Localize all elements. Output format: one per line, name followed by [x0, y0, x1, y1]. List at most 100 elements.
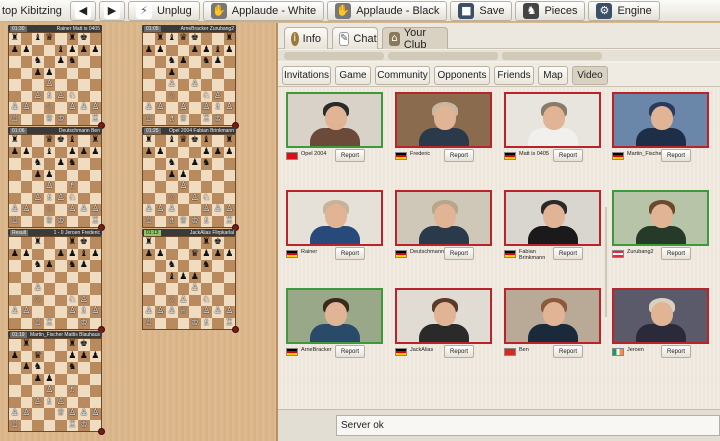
board-square[interactable] — [154, 79, 166, 91]
video-feed[interactable] — [395, 92, 492, 148]
applaud-black-button[interactable]: ✋ Applaude - Black — [327, 0, 448, 21]
report-button[interactable]: Report — [553, 149, 583, 162]
game-board[interactable]: 01:19 Martin_Fischer Mattis Blauhaus ♜ ♜ ♚ ♟ ♛… — [8, 331, 105, 435]
board-square[interactable] — [55, 237, 67, 249]
chess-piece[interactable]: ♙ — [89, 306, 101, 318]
game-board[interactable]: Result 1 - 0 Jeroen Frederic ♜ ♜ ♚ ♟ ♟ ♟ ♟ ♝ ♟ ♞ ♟ ♞ ♟… — [8, 229, 105, 333]
board-square[interactable] — [55, 317, 67, 329]
chess-piece[interactable]: ♙ — [43, 181, 55, 193]
chess-piece[interactable]: ♖ — [9, 215, 21, 227]
chess-piece[interactable]: ♗ — [78, 306, 90, 318]
chess-piece[interactable]: ♙ — [9, 408, 21, 420]
board-square[interactable] — [78, 113, 90, 125]
board-square[interactable] — [177, 283, 189, 295]
tab-game[interactable]: Game — [335, 66, 371, 85]
chess-grid[interactable]: ♜ ♝ ♛ ♜ ♚ ♟ ♟ ♝ ♟ ♟ ♟ ♞ ♟ ♞ ♟ ♟ ♙ ♙ ♗ ♙ ♘ ♙ ♙ ♘ ♙ ♙ ♙ ♖ ♕ ♔ ♖ — [8, 32, 102, 126]
board-square[interactable] — [177, 192, 189, 204]
chess-piece[interactable]: ♜ — [89, 135, 101, 147]
video-username[interactable]: JackAlias — [410, 347, 448, 353]
chess-piece[interactable]: ♙ — [212, 90, 224, 102]
board-square[interactable] — [177, 44, 189, 56]
board-square[interactable] — [78, 192, 90, 204]
chess-piece[interactable]: ♗ — [43, 192, 55, 204]
chess-piece[interactable]: ♙ — [177, 102, 189, 114]
board-square[interactable] — [32, 44, 44, 56]
board-square[interactable] — [223, 294, 235, 306]
board-square[interactable] — [223, 181, 235, 193]
board-square[interactable] — [89, 79, 101, 91]
board-square[interactable] — [55, 181, 67, 193]
chess-piece[interactable]: ♙ — [200, 204, 212, 216]
board-square[interactable] — [177, 260, 189, 272]
chess-piece[interactable]: ♖ — [143, 215, 155, 227]
chess-piece[interactable]: ♟ — [223, 44, 235, 56]
chess-piece[interactable]: ♟ — [143, 44, 155, 56]
tab-community[interactable]: Community — [375, 66, 430, 85]
board-square[interactable] — [55, 79, 67, 91]
board-square[interactable] — [20, 237, 32, 249]
board-square[interactable] — [154, 135, 166, 147]
chess-piece[interactable]: ♙ — [32, 396, 44, 408]
pieces-button[interactable]: ♞ Pieces — [515, 0, 586, 21]
board-square[interactable] — [223, 79, 235, 91]
board-square[interactable] — [9, 158, 21, 170]
chess-piece[interactable]: ♟ — [177, 271, 189, 283]
board-square[interactable] — [154, 113, 166, 125]
board-square[interactable] — [143, 169, 155, 181]
chess-piece[interactable]: ♙ — [78, 408, 90, 420]
board-square[interactable] — [9, 192, 21, 204]
chess-piece[interactable]: ♟ — [43, 373, 55, 385]
chess-piece[interactable]: ♟ — [66, 44, 78, 56]
chess-piece[interactable]: ♟ — [189, 158, 201, 170]
video-feed[interactable] — [286, 288, 383, 344]
board-square[interactable] — [43, 362, 55, 374]
chess-piece[interactable]: ♙ — [55, 90, 67, 102]
board-square[interactable] — [89, 373, 101, 385]
chess-piece[interactable]: ♟ — [66, 248, 78, 260]
chess-piece[interactable]: ♟ — [89, 350, 101, 362]
chess-piece[interactable]: ♟ — [223, 248, 235, 260]
board-square[interactable] — [177, 67, 189, 79]
board-square[interactable] — [212, 317, 224, 329]
chess-piece[interactable]: ♙ — [78, 294, 90, 306]
board-square[interactable] — [20, 385, 32, 397]
board-square[interactable] — [177, 248, 189, 260]
board-square[interactable] — [212, 260, 224, 272]
chess-piece[interactable]: ♙ — [154, 204, 166, 216]
chess-piece[interactable]: ♘ — [166, 192, 178, 204]
chess-piece[interactable]: ♙ — [78, 204, 90, 216]
board-square[interactable] — [166, 283, 178, 295]
board-square[interactable] — [20, 373, 32, 385]
board-square[interactable] — [32, 146, 44, 158]
report-button[interactable]: Report — [444, 247, 474, 260]
board-square[interactable] — [143, 158, 155, 170]
board-square[interactable] — [9, 67, 21, 79]
chess-piece[interactable]: ♘ — [43, 204, 55, 216]
board-square[interactable] — [9, 79, 21, 91]
chess-grid[interactable]: ♜ ♝ ♛ ♚ ♜ ♟ ♟ ♟ ♟ ♝ ♟ ♞ ♟ ♞ ♟ ♟ ♙ ♙ ♘ ♘ ♙ ♙ ♙ ♙ ♙ ♗ ♙ ♖ ♗ ♕ ♖ ♔ — [142, 32, 236, 126]
board-square[interactable] — [223, 158, 235, 170]
board-square[interactable] — [189, 204, 201, 216]
chess-piece[interactable]: ♙ — [143, 102, 155, 114]
chess-piece[interactable]: ♞ — [32, 56, 44, 68]
board-square[interactable] — [66, 79, 78, 91]
board-square[interactable] — [32, 419, 44, 431]
scrollbar[interactable] — [605, 207, 607, 317]
board-square[interactable] — [43, 408, 55, 420]
chess-piece[interactable]: ♔ — [212, 113, 224, 125]
board-square[interactable] — [166, 146, 178, 158]
chess-piece[interactable]: ♞ — [66, 260, 78, 272]
board-square[interactable] — [55, 350, 67, 362]
board-square[interactable] — [55, 283, 67, 295]
chess-piece[interactable]: ♙ — [223, 102, 235, 114]
tab-info[interactable]: i Info — [284, 27, 328, 49]
board-square[interactable] — [143, 90, 155, 102]
board-square[interactable] — [154, 56, 166, 68]
board-square[interactable] — [43, 419, 55, 431]
board-square[interactable] — [20, 67, 32, 79]
chess-piece[interactable]: ♙ — [9, 102, 21, 114]
chess-piece[interactable]: ♖ — [43, 317, 55, 329]
board-square[interactable] — [55, 102, 67, 114]
chess-piece[interactable]: ♗ — [66, 181, 78, 193]
chess-piece[interactable]: ♟ — [200, 248, 212, 260]
